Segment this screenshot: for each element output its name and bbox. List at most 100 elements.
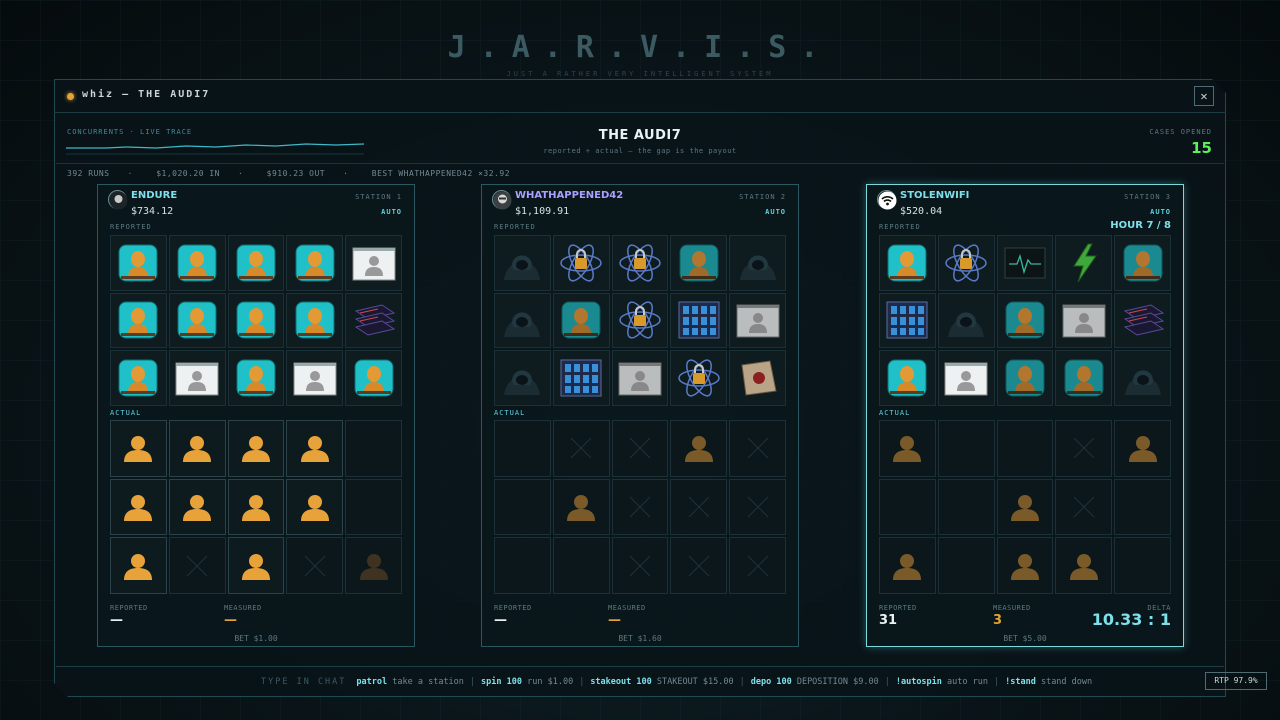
actual-person-icon: [110, 478, 167, 536]
reported-atom-icon: [937, 235, 995, 291]
measured-value: —: [224, 613, 237, 628]
reported-value: 31: [879, 613, 898, 628]
brand-title: J.A.R.V.I.S.: [447, 30, 833, 65]
measured-value: —: [608, 613, 621, 628]
window-titlebar: whiz — THE AUDI7 ✕: [54, 79, 1226, 113]
reported-bust-icon: [110, 235, 167, 291]
reported-value: —: [494, 613, 507, 628]
reported-bust-icon: [227, 235, 285, 291]
player-name: WHATHAPPENED42: [515, 190, 624, 201]
actual-x-icon: [670, 537, 728, 594]
actual-label: ACTUAL: [879, 409, 911, 417]
actual-x-icon: [729, 537, 786, 594]
command-1[interactable]: spin 100 run $1.00: [481, 677, 573, 687]
reported-atom-icon: [611, 235, 669, 291]
actual-label: ACTUAL: [494, 409, 526, 417]
wifi-avatar-icon: [877, 190, 897, 210]
reported-monitor-icon: [996, 235, 1054, 291]
separator: |: [993, 677, 1000, 687]
actual-x-icon: [168, 537, 226, 594]
reported-hacker-icon: [494, 292, 551, 349]
actual-empty-cell: [494, 420, 551, 477]
stat-best: BEST WHATHAPPENED42 ×32.92: [371, 169, 511, 178]
rtp-badge: RTP 97.9%: [1205, 672, 1267, 690]
actual-empty-cell: [937, 537, 995, 594]
close-button[interactable]: ✕: [1194, 86, 1214, 106]
reported-atom-icon: [552, 235, 610, 291]
bet-amount: BET $5.00: [1003, 634, 1047, 643]
actual-x-icon: [611, 537, 669, 594]
actual-persondim-icon: [879, 537, 936, 594]
reported-hacker-icon: [937, 292, 995, 349]
reported-idcardgray-icon: [1055, 292, 1113, 349]
cases-opened-value: 15: [1191, 139, 1212, 157]
reported-hacker-icon: [1114, 350, 1171, 406]
reported-hacker-icon: [729, 235, 786, 291]
station-label: STATION 1: [355, 193, 402, 201]
player-balance: $1,109.91: [515, 206, 570, 217]
window-title: whiz — THE AUDI7: [82, 89, 211, 100]
reported-bust-icon: [227, 292, 285, 349]
reported-idcardgray-icon: [611, 350, 669, 406]
measured-footer-label: MEASURED: [608, 604, 646, 612]
actual-persondim-icon: [879, 420, 936, 477]
command-5[interactable]: !stand stand down: [1005, 677, 1092, 687]
cases-opened-label: CASES OPENED: [1149, 128, 1212, 136]
actual-x-icon: [286, 537, 344, 594]
actual-grid: [879, 420, 1171, 594]
actual-x-icon: [611, 420, 669, 477]
reported-bust-icon: [110, 292, 167, 349]
separator: |: [884, 677, 890, 687]
station-2-panel[interactable]: WHATHAPPENED42 STATION 2 $1,109.91 AUTO REPO…: [481, 184, 799, 647]
reported-value: —: [110, 613, 123, 628]
actual-empty-cell: [494, 537, 551, 594]
actual-person-icon: [227, 537, 285, 594]
actual-person-icon: [286, 420, 344, 477]
actual-x-icon: [1055, 478, 1113, 536]
reported-hacker-icon: [494, 350, 551, 406]
bet-amount: BET $1.00: [234, 634, 278, 643]
reported-atom-icon: [611, 292, 669, 349]
player-name: ENDURE: [131, 190, 178, 201]
station-3-panel[interactable]: STOLENWIFI STATION 3 $520.04 AUTO HOUR 7 / 8…: [866, 184, 1184, 647]
reported-grid: [494, 235, 786, 406]
station-label: STATION 3: [1124, 193, 1171, 201]
actual-label: ACTUAL: [110, 409, 142, 417]
reported-bust-icon: [879, 350, 936, 406]
status-dot-icon: [67, 93, 74, 100]
reported-label: REPORTED: [879, 223, 921, 231]
command-4[interactable]: !autospin auto run: [896, 677, 988, 687]
reported-grid: [110, 235, 402, 406]
actual-empty-cell: [937, 420, 995, 477]
command-0[interactable]: patrol take a station: [356, 677, 464, 687]
actual-x-icon: [552, 420, 610, 477]
actual-empty-cell: [1114, 478, 1171, 536]
whathappened-avatar-icon: [492, 190, 512, 210]
actual-persondim-icon: [552, 478, 610, 536]
actual-x-icon: [729, 420, 786, 477]
measured-value: 3: [993, 613, 1003, 628]
actual-empty-cell: [345, 420, 402, 477]
stat-runs: 392 RUNS: [67, 169, 110, 178]
actual-empty-cell: [494, 478, 551, 536]
command-2[interactable]: stakeout 100 STAKEOUT $15.00: [590, 677, 733, 687]
delta-value: 10.33 : 1: [1091, 610, 1171, 629]
reported-footer-label: REPORTED: [494, 604, 532, 612]
reported-idcard-icon: [286, 350, 344, 406]
reported-server-icon: [1114, 292, 1171, 349]
actual-empty-cell: [879, 478, 936, 536]
measured-footer-label: MEASURED: [224, 604, 262, 612]
player-balance: $734.12: [131, 206, 174, 217]
actual-person-icon: [227, 420, 285, 477]
command-3[interactable]: depo 100 DEPOSITION $9.00: [751, 677, 879, 687]
stats-bar: 392 RUNS · $1,020.20 IN · $910.23 OUT · BES…: [56, 163, 1224, 181]
command-bar: TYPE IN CHAT patrol take a station | spin 1…: [56, 666, 1224, 696]
chat-prompt-label: TYPE IN CHAT: [261, 677, 347, 687]
reported-rack-icon: [670, 292, 728, 349]
measured-footer-label: MEASURED: [993, 604, 1031, 612]
station-1-panel[interactable]: ENDURE STATION 1 $734.12 AUTO REPORTED ACTUAL…: [97, 184, 415, 647]
reported-bustdark-icon: [670, 235, 728, 291]
actual-person-icon: [286, 478, 344, 536]
separator: |: [579, 677, 585, 687]
reported-bust-icon: [345, 350, 402, 406]
